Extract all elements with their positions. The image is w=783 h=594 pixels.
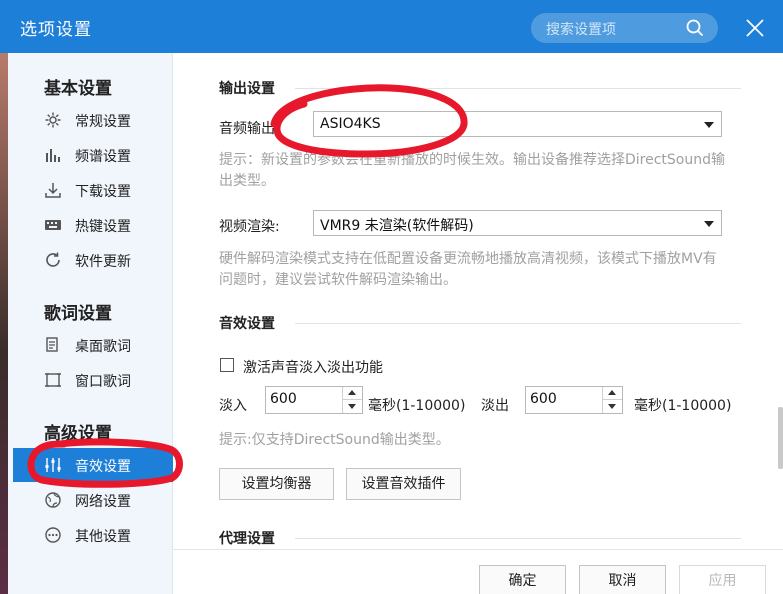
fade-checkbox-label: 激活声音淡入淡出功能 [243, 360, 383, 376]
sidebar-item-label: 桌面歌词 [75, 339, 131, 355]
download-icon [45, 183, 61, 198]
audio-output-select[interactable]: ASIO4KS [313, 111, 722, 137]
equalizer-button[interactable]: 设置均衡器 [219, 468, 334, 500]
close-icon[interactable] [744, 17, 766, 39]
fade-in-value: 600 [270, 391, 297, 407]
desktop-lyrics-icon [46, 337, 58, 352]
section-title-effects: 音效设置 [219, 316, 275, 332]
video-render-value: VMR9 未渲染(软件解码) [320, 218, 474, 234]
sidebar-item-label: 热键设置 [75, 219, 131, 235]
sidebar-item-window-lyrics[interactable]: 窗口歌词 [13, 363, 173, 397]
fade-in-label: 淡入 [219, 398, 247, 414]
arrow-down-icon [348, 404, 356, 409]
sidebar: 基本设置 常规设置 频谱设置 下载设置 热键设置 软件更新 歌词设置 桌面歌词 … [8, 53, 173, 594]
fade-in-unit: 毫秒(1-10000) [368, 398, 466, 414]
chevron-down-icon [704, 122, 714, 128]
search-placeholder: 搜索设置项 [546, 22, 616, 38]
group-title-basic: 基本设置 [44, 79, 112, 99]
sidebar-item-general[interactable]: 常规设置 [13, 103, 173, 137]
sidebar-item-label: 常规设置 [75, 114, 131, 130]
apply-button[interactable]: 应用 [679, 565, 766, 594]
increment-button[interactable] [603, 387, 622, 400]
refresh-icon [46, 252, 60, 267]
sidebar-item-label: 下载设置 [75, 184, 131, 200]
ok-button[interactable]: 确定 [479, 565, 566, 594]
effect-plugin-button[interactable]: 设置音效插件 [346, 468, 461, 500]
arrow-down-icon [608, 404, 616, 409]
audio-output-hint: 提示：新设置的参数会在重新播放的时候生效。输出设备推荐选择DirectSound… [219, 152, 726, 189]
scrollbar-thumb[interactable] [778, 407, 783, 469]
chevron-down-icon [704, 221, 714, 227]
sidebar-item-label: 网络设置 [75, 494, 131, 510]
sidebar-item-label: 其他设置 [75, 529, 131, 545]
sidebar-item-spectrum[interactable]: 频谱设置 [13, 138, 173, 172]
settings-search-box[interactable]: 搜索设置项 [531, 13, 718, 43]
decrement-button[interactable] [603, 400, 622, 413]
background-window-strip [0, 53, 8, 594]
search-icon[interactable] [686, 19, 704, 37]
sidebar-item-update[interactable]: 软件更新 [13, 243, 173, 277]
sidebar-item-desktop-lyrics[interactable]: 桌面歌词 [13, 328, 173, 362]
sidebar-item-other[interactable]: 其他设置 [13, 518, 173, 552]
section-title-proxy: 代理设置 [219, 531, 275, 547]
title-bar: 选项设置 搜索设置项 [0, 0, 783, 53]
video-render-label: 视频渲染: [219, 219, 280, 235]
video-render-select[interactable]: VMR9 未渲染(软件解码) [313, 210, 722, 236]
sidebar-item-sound-effects[interactable]: 音效设置 [13, 448, 173, 482]
sidebar-item-label: 音效设置 [75, 459, 131, 475]
section-title-output: 输出设置 [219, 81, 275, 97]
audio-output-label: 音频输出: [219, 121, 280, 137]
video-render-hint: 硬件解码渲染模式支持在低配置设备更流畅地播放高清视频，该模式下播放MV有问题时，… [219, 251, 717, 288]
arrow-up-icon [608, 390, 616, 395]
fade-out-stepper[interactable]: 600 [525, 386, 623, 414]
sidebar-item-hotkeys[interactable]: 热键设置 [13, 208, 173, 242]
sidebar-item-label: 频谱设置 [75, 149, 131, 165]
more-icon [45, 527, 61, 543]
fade-out-unit: 毫秒(1-10000) [634, 398, 732, 414]
keyboard-icon [45, 220, 61, 230]
effects-hint: 提示:仅支持DirectSound输出类型。 [219, 432, 450, 448]
section-divider [295, 538, 741, 539]
window-title: 选项设置 [20, 20, 92, 40]
cancel-button[interactable]: 取消 [579, 565, 666, 594]
sidebar-item-download[interactable]: 下载设置 [13, 173, 173, 207]
group-title-advanced: 高级设置 [44, 424, 112, 444]
fade-out-label: 淡出 [481, 398, 509, 414]
section-divider [295, 323, 741, 324]
spectrum-icon [46, 149, 60, 162]
sidebar-item-label: 软件更新 [75, 254, 131, 270]
fade-checkbox[interactable] [220, 358, 234, 372]
gear-icon [45, 112, 61, 128]
window-lyrics-icon [45, 373, 61, 387]
sidebar-item-label: 窗口歌词 [75, 374, 131, 390]
fade-in-stepper[interactable]: 600 [265, 386, 363, 414]
audio-output-value: ASIO4KS [320, 116, 381, 132]
network-icon [45, 492, 61, 508]
stepper-buttons [602, 387, 622, 413]
arrow-up-icon [348, 390, 356, 395]
group-title-lyrics: 歌词设置 [44, 304, 112, 324]
section-divider [295, 88, 741, 89]
equalizer-icon [45, 458, 61, 472]
increment-button[interactable] [343, 387, 362, 400]
stepper-buttons [342, 387, 362, 413]
sidebar-item-network[interactable]: 网络设置 [13, 483, 173, 517]
fade-out-value: 600 [530, 391, 557, 407]
decrement-button[interactable] [343, 400, 362, 413]
